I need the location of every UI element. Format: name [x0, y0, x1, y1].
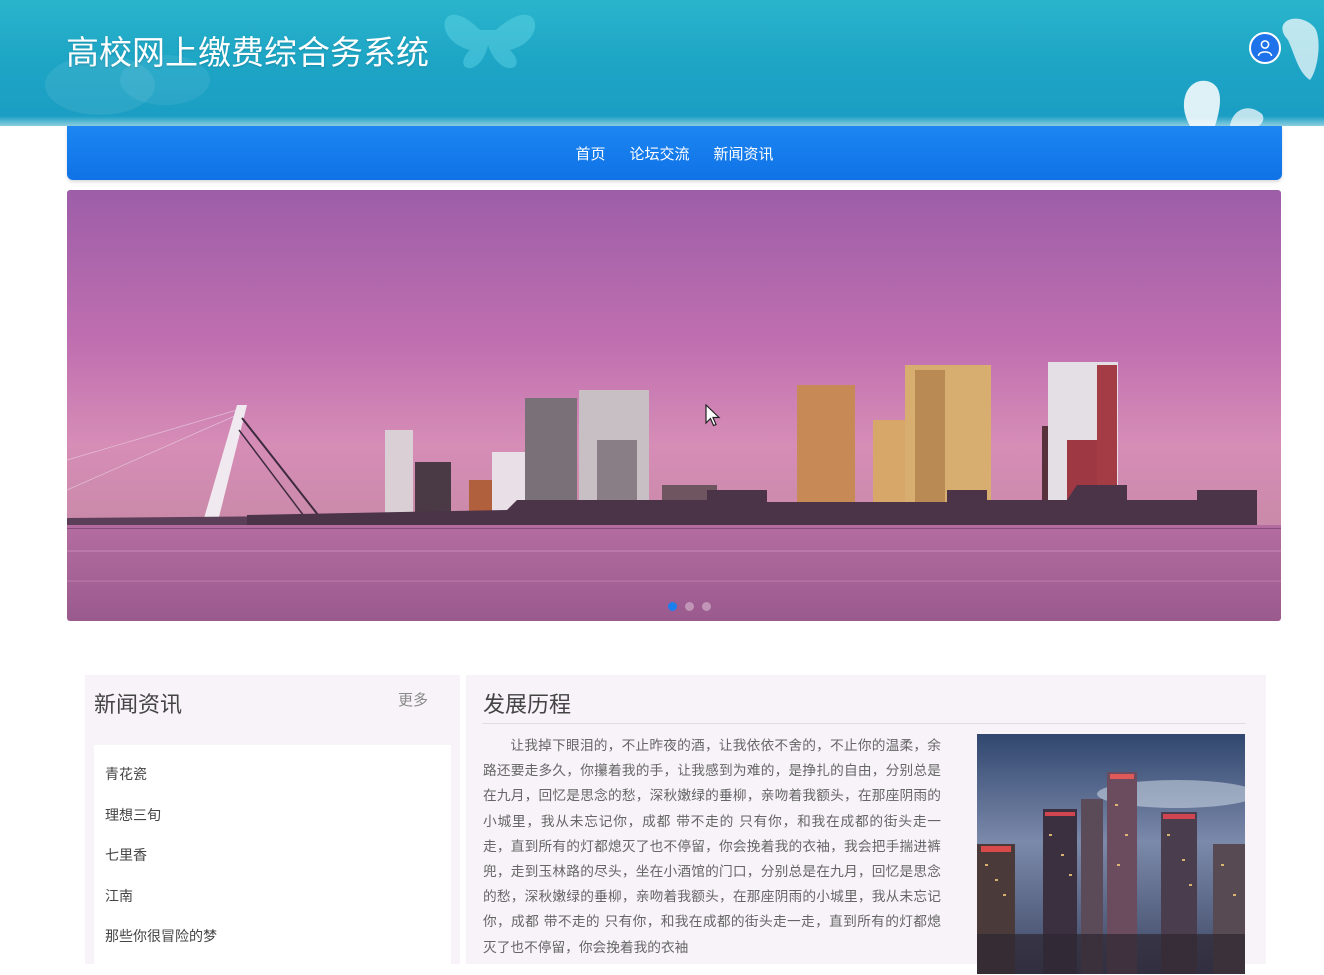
history-photo-city-night [977, 734, 1245, 974]
history-divider [482, 723, 1246, 724]
news-list-item[interactable]: 理想三旬 [94, 796, 451, 837]
history-panel: 发展历程 让我掉下眼泪的，不止昨夜的酒，让我依依不舍的，不止你的温柔，余路还要走… [466, 675, 1266, 974]
news-more-link[interactable]: 更多 [398, 689, 428, 710]
carousel-dot-1[interactable] [668, 602, 677, 611]
user-icon [1257, 40, 1273, 57]
news-panel: 新闻资讯 更多 青花瓷 理想三旬 七里香 江南 那些你很冒险的梦 [85, 675, 460, 975]
news-list-item[interactable]: 七里香 [94, 836, 451, 877]
site-title: 高校网上缴费综合务系统 [66, 33, 429, 72]
mouse-cursor-icon [705, 404, 721, 427]
carousel-dot-3[interactable] [702, 602, 711, 611]
history-heading: 发展历程 [483, 693, 572, 718]
banner-image-city-skyline [67, 190, 1281, 621]
history-text: 让我掉下眼泪的，不止昨夜的酒，让我依依不舍的，不止你的温柔，余路还要走多久，你攥… [483, 738, 941, 956]
news-list-item[interactable]: 青花瓷 [94, 755, 451, 796]
news-list: 青花瓷 理想三旬 七里香 江南 那些你很冒险的梦 [94, 745, 451, 975]
user-account-button[interactable] [1249, 32, 1281, 64]
news-heading: 新闻资讯 [94, 693, 183, 718]
nav-item-news[interactable]: 新闻资讯 [714, 143, 774, 164]
news-list-item[interactable]: 那些你很冒险的梦 [94, 917, 451, 958]
nav-item-forum[interactable]: 论坛交流 [629, 143, 689, 164]
butterfly-decoration-right [1183, 18, 1319, 126]
site-header: 高校网上缴费综合务系统 [0, 0, 1324, 126]
nav-item-home[interactable]: 首页 [575, 143, 605, 164]
header-bottom-glow [0, 116, 1324, 126]
carousel-dot-2[interactable] [685, 602, 694, 611]
carousel-indicators [668, 602, 711, 611]
main-nav: 首页 论坛交流 新闻资讯 [67, 126, 1282, 180]
news-list-item[interactable]: 江南 [94, 877, 451, 918]
banner-carousel[interactable] [67, 190, 1281, 621]
butterfly-decoration-center [444, 14, 536, 69]
